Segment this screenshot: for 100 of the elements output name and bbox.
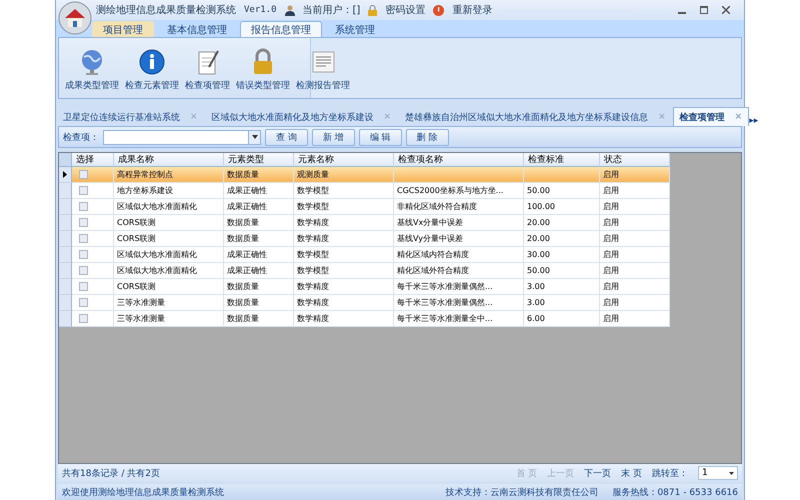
row-checkbox[interactable] [79, 186, 88, 195]
ribbon-button[interactable]: 检查项管理 [183, 48, 232, 92]
table-cell: 数据质量 [224, 311, 294, 327]
toolbar-button[interactable]: 新 增 [312, 128, 355, 146]
table-cell: 数学模型 [294, 247, 394, 263]
toolbar-button[interactable]: 查 询 [265, 128, 308, 146]
table-cell: 非精化区域外符合精度 [394, 199, 524, 215]
table-cell: 启用 [600, 311, 670, 327]
welcome-text: 欢迎使用测绘地理信息成果质量检测系统 [62, 486, 224, 498]
table-cell: 启用 [600, 295, 670, 311]
table-cell: 数学精度 [294, 231, 394, 247]
document-tab[interactable]: 检查项管理 × [672, 107, 750, 126]
row-header[interactable] [59, 167, 72, 183]
table-cell: 数学精度 [294, 295, 394, 311]
ribbon-button[interactable]: 检测报告管理 [294, 48, 352, 92]
table-cell: 三等水准测量 [114, 311, 224, 327]
ribbon-tab[interactable]: 项目管理 [92, 21, 154, 37]
table-cell: 每千米三等水准测量偶然... [394, 295, 524, 311]
table-cell: CORS联测 [114, 279, 224, 295]
table-cell: 基线Vy分量中误差 [394, 231, 524, 247]
hotline-text: 服务热线：0871 - 6533 6616 [612, 486, 738, 498]
table-cell: CORS联测 [114, 231, 224, 247]
close-icon[interactable] [722, 6, 730, 14]
ribbon-button[interactable]: 成果类型管理 [63, 48, 121, 92]
table-cell: 数学模型 [294, 199, 394, 215]
table-cell: 区域似大地水准面精化 [114, 247, 224, 263]
table-cell: 数学模型 [294, 263, 394, 279]
document-tab[interactable]: 楚雄彝族自治州区域似大地水准面精化及地方坐标系建设信息 × [398, 107, 673, 126]
table-cell: 高程异常控制点 [114, 167, 224, 183]
table-cell: 成果正确性 [224, 247, 294, 263]
row-checkbox[interactable] [79, 170, 88, 179]
lock-icon [368, 4, 378, 16]
column-header[interactable]: 元素类型 [224, 153, 294, 167]
table-cell: 每千米三等水准测量全中... [394, 311, 524, 327]
table-cell: 基线Vx分量中误差 [394, 215, 524, 231]
table-cell: CORS联测 [114, 215, 224, 231]
table-cell: 地方坐标系建设 [114, 183, 224, 199]
row-checkbox[interactable] [79, 298, 88, 307]
table-cell: 成果正确性 [224, 183, 294, 199]
page-select[interactable]: 1 [698, 466, 738, 480]
record-summary: 共有18条记录 / 共有2页 [62, 468, 160, 480]
table-cell: 数据质量 [224, 231, 294, 247]
version-label: Ver1.0 [244, 5, 277, 15]
table-cell: 20.00 [524, 231, 600, 247]
table-cell: 观测质量 [294, 167, 394, 183]
ribbon-tab[interactable]: 系统管理 [324, 21, 386, 37]
table-cell: 100.00 [524, 199, 600, 215]
ribbon-tab[interactable]: 报告信息管理 [240, 21, 322, 37]
toolbar-button[interactable]: 编 辑 [358, 128, 402, 146]
document-tab[interactable]: 区域似大地水准面精化及地方坐标系建设 × [204, 107, 398, 126]
ribbon-button[interactable]: 错误类型管理 [234, 48, 292, 92]
table-cell: 数据质量 [224, 215, 294, 231]
tab-label: 卫星定位连续运行基准站系统 [63, 112, 180, 124]
row-checkbox[interactable] [79, 266, 88, 275]
current-user-label: 当前用户：[] [302, 4, 360, 17]
row-checkbox[interactable] [79, 218, 88, 227]
pager-link[interactable]: 下一页 [584, 466, 612, 480]
check-item-combo[interactable] [103, 130, 261, 144]
column-header[interactable]: 元素名称 [294, 153, 394, 167]
table-cell: 启用 [600, 247, 670, 263]
table-cell: 成果正确性 [224, 263, 294, 279]
table-cell: 3.00 [524, 295, 600, 311]
table-cell: 每千米三等水准测量偶然... [394, 279, 524, 295]
row-checkbox[interactable] [79, 234, 88, 243]
column-header[interactable]: 检查项名称 [394, 153, 524, 167]
table-cell: 数据质量 [224, 167, 294, 183]
ribbon-tab[interactable]: 基本信息管理 [156, 21, 238, 37]
table-cell: 数学精度 [294, 215, 394, 231]
table-cell: 20.00 [524, 215, 600, 231]
pager-link[interactable]: 末 页 [621, 466, 642, 480]
table-cell: 区域似大地水准面精化 [114, 263, 224, 279]
table-cell: 启用 [600, 183, 670, 199]
toolbar-button[interactable]: 删 除 [406, 128, 448, 146]
select-column-header[interactable]: 选择 [72, 153, 114, 167]
row-checkbox[interactable] [79, 250, 88, 259]
document-tab[interactable]: 卫星定位连续运行基准站系统 × [56, 107, 205, 126]
row-checkbox[interactable] [79, 282, 88, 291]
row-checkbox[interactable] [79, 314, 88, 323]
table-cell: 启用 [600, 231, 670, 247]
table-cell: 启用 [600, 263, 670, 279]
table-cell: 50.00 [524, 183, 600, 199]
column-header[interactable]: 状态 [600, 153, 670, 167]
caret-icon[interactable] [252, 135, 258, 139]
user-icon [284, 4, 295, 16]
grid-corner [59, 153, 72, 167]
column-header[interactable]: 检查标准 [524, 153, 600, 167]
scroll-right-icon[interactable]: ▸▸ [749, 116, 764, 126]
title-link[interactable]: 重新登录 [452, 3, 492, 17]
row-checkbox[interactable] [79, 202, 88, 211]
caret-icon[interactable] [729, 472, 734, 474]
maximize-icon[interactable] [700, 6, 708, 14]
info-icon [138, 48, 166, 76]
title-link[interactable]: 密码设置 [385, 3, 426, 17]
column-header[interactable]: 成果名称 [114, 153, 224, 167]
table-cell: 成果正确性 [224, 199, 294, 215]
support-text: 技术支持：云南云测科技有限责任公司 [445, 486, 598, 498]
power-icon [433, 4, 444, 16]
ribbon-button[interactable]: 检查元素管理 [123, 48, 181, 92]
field-label: 检查项： [63, 132, 99, 144]
tab-label: 检查项管理 [680, 111, 725, 124]
